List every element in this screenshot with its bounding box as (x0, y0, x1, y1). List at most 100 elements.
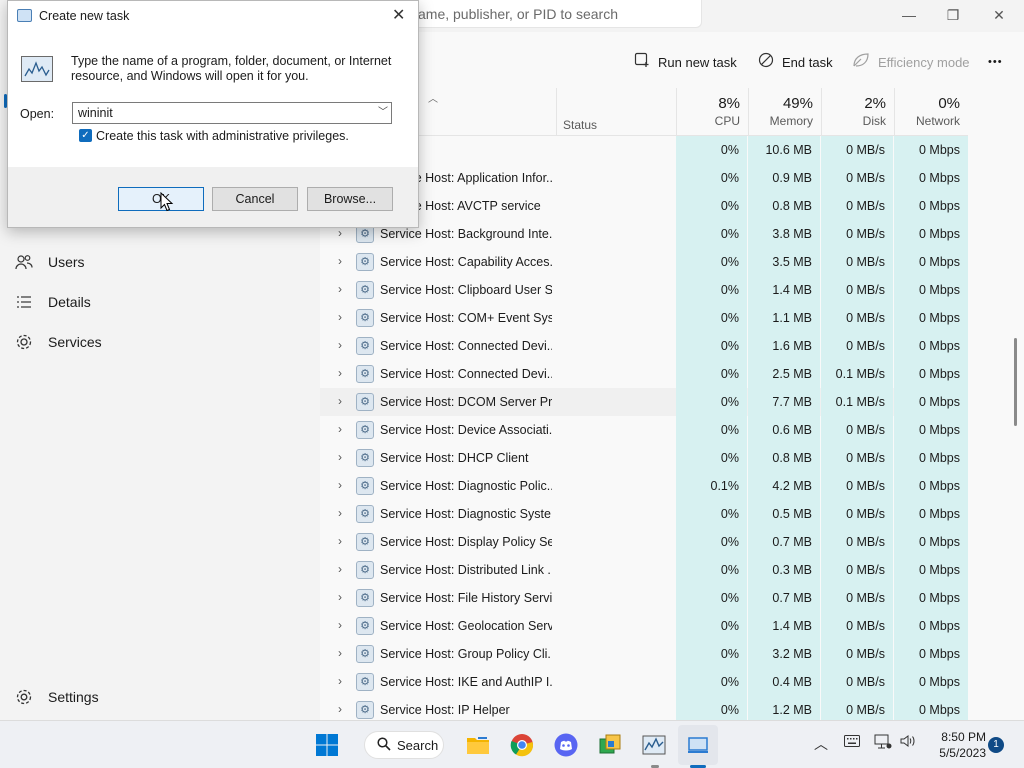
cpu-cell: 0% (676, 136, 747, 164)
app-icon[interactable] (598, 733, 622, 757)
disk-cell: 0.1 MB/s (821, 360, 893, 388)
scrollbar-thumb[interactable] (1014, 338, 1017, 426)
memory-cell: 3.2 MB (748, 640, 820, 668)
run-dialog-taskbar-icon[interactable] (686, 733, 710, 757)
table-row[interactable]: › ⚙ Service Host: COM+ Event Sys... 0% 1.1 M… (320, 304, 968, 332)
minimize-button[interactable]: — (886, 0, 932, 30)
network-cell: 0 Mbps (894, 500, 968, 528)
sidebar-item-services[interactable]: Services (0, 324, 320, 360)
table-row[interactable]: › ⚙ Service Host: Clipboard User S... 0% 1.4… (320, 276, 968, 304)
settings-label: Settings (48, 689, 99, 705)
run-new-task-button[interactable]: Run new task (634, 50, 737, 74)
cpu-cell: 0% (676, 360, 747, 388)
column-cpu[interactable]: 8% CPU (676, 88, 748, 136)
expand-chevron-icon[interactable]: › (338, 254, 342, 268)
start-button[interactable] (315, 733, 339, 757)
chevron-up-icon[interactable]: ︿ (814, 734, 828, 754)
open-input-value[interactable]: wininit (78, 106, 113, 120)
maximize-button[interactable]: ❐ (930, 0, 976, 30)
taskbar: Search ︿ 8:50 PM 5/5/2023 1 (0, 720, 1024, 768)
table-row[interactable]: › ⚙ Service Host: Device Associati... 0% 0.6… (320, 416, 968, 444)
end-task-icon (758, 52, 774, 72)
process-name: Service Host: Distributed Link ... (380, 563, 552, 577)
column-status[interactable]: Status (556, 88, 676, 136)
expand-chevron-icon[interactable]: › (338, 506, 342, 520)
network-icon[interactable] (874, 734, 892, 753)
notification-badge[interactable]: 1 (988, 737, 1004, 753)
column-network[interactable]: 0% Network (894, 88, 968, 136)
expand-chevron-icon[interactable]: › (338, 702, 342, 716)
table-row[interactable]: › ⚙ Service Host: Display Policy Se... 0% 0.… (320, 528, 968, 556)
table-row[interactable]: › ⚙ Service Host: File History Servi... 0% 0… (320, 584, 968, 612)
expand-chevron-icon[interactable]: › (338, 226, 342, 240)
keyboard-icon[interactable] (844, 734, 860, 750)
expand-chevron-icon[interactable]: › (338, 450, 342, 464)
expand-chevron-icon[interactable]: › (338, 394, 342, 408)
dialog-close-button[interactable]: ✕ (392, 5, 405, 25)
sidebar-item-users[interactable]: Users (0, 244, 320, 280)
sidebar-item-label: Services (48, 334, 102, 350)
admin-privileges-label[interactable]: Create this task with administrative pri… (96, 129, 349, 143)
volume-icon[interactable] (900, 734, 916, 751)
expand-chevron-icon[interactable]: › (338, 562, 342, 576)
table-row[interactable]: › ⚙ Service Host: IKE and AuthIP I... 0% 0.4… (320, 668, 968, 696)
table-row[interactable]: › ⚙ Service Host: Group Policy Cli... 0% 3.2… (320, 640, 968, 668)
close-button[interactable]: ✕ (976, 0, 1022, 30)
services-icon (0, 333, 48, 351)
expand-chevron-icon[interactable]: › (338, 590, 342, 604)
table-row[interactable]: › ⚙ Service Host: Diagnostic Syste... 0% 0.5… (320, 500, 968, 528)
disk-cell: 0 MB/s (821, 584, 893, 612)
process-name: Service Host: COM+ Event Sys... (380, 311, 552, 325)
expand-chevron-icon[interactable]: › (338, 618, 342, 632)
disk-cell: 0 MB/s (821, 192, 893, 220)
expand-chevron-icon[interactable]: › (338, 366, 342, 380)
expand-chevron-icon[interactable]: › (338, 674, 342, 688)
discord-icon[interactable] (554, 733, 578, 757)
service-gear-icon: ⚙ (356, 253, 374, 271)
end-task-button[interactable]: End task (758, 50, 833, 74)
column-memory[interactable]: 49% Memory (748, 88, 821, 136)
cpu-cell: 0% (676, 276, 747, 304)
task-manager-taskbar-icon[interactable] (642, 733, 666, 757)
table-row[interactable]: › ⚙ Service Host: DHCP Client 0% 0.8 MB 0 MB/… (320, 444, 968, 472)
disk-cell: 0 MB/s (821, 164, 893, 192)
taskbar-search-button[interactable]: Search (364, 731, 444, 759)
chrome-icon[interactable] (510, 733, 534, 757)
expand-chevron-icon[interactable]: › (338, 534, 342, 548)
table-row[interactable]: › ⚙ Service Host: Connected Devi... 0% 1.6 M… (320, 332, 968, 360)
sidebar-item-details[interactable]: Details (0, 284, 320, 320)
memory-cell: 0.9 MB (748, 164, 820, 192)
table-row[interactable]: › ⚙ Service Host: Connected Devi... 0% 2.5 M… (320, 360, 968, 388)
table-row[interactable]: › ⚙ Service Host: Capability Acces... 0% 3.5… (320, 248, 968, 276)
expand-chevron-icon[interactable]: › (338, 478, 342, 492)
expand-chevron-icon[interactable]: › (338, 338, 342, 352)
network-cell: 0 Mbps (894, 528, 968, 556)
expand-chevron-icon[interactable]: › (338, 282, 342, 296)
system-clock[interactable]: 8:50 PM 5/5/2023 (928, 729, 986, 761)
more-options-button[interactable]: ••• (988, 50, 1003, 74)
sort-chevron-up-icon[interactable]: ︿ (428, 90, 438, 105)
table-row[interactable]: › ⚙ Service Host: DCOM Server Pr... 0% 7.7 M… (320, 388, 968, 416)
table-row[interactable]: › ⚙ Service Host: Geolocation Serv... 0% 1.4… (320, 612, 968, 640)
disk-cell: 0 MB/s (821, 472, 893, 500)
disk-label: Disk (862, 114, 886, 128)
expand-chevron-icon[interactable]: › (338, 310, 342, 324)
table-row[interactable]: › ⚙ Service Host: Diagnostic Polic... 0.1% 4… (320, 472, 968, 500)
admin-privileges-checkbox[interactable]: ✓ (79, 129, 92, 142)
sidebar-item-settings[interactable]: Settings (0, 679, 320, 715)
column-disk[interactable]: 2% Disk (821, 88, 894, 136)
cancel-button[interactable]: Cancel (212, 187, 298, 211)
process-search-input[interactable]: ame, publisher, or PID to search (400, 0, 702, 28)
browse-button[interactable]: Browse... (307, 187, 393, 211)
expand-chevron-icon[interactable]: › (338, 646, 342, 660)
expand-chevron-icon[interactable]: › (338, 422, 342, 436)
file-explorer-icon[interactable] (466, 733, 490, 757)
service-gear-icon: ⚙ (356, 281, 374, 299)
chevron-down-icon[interactable]: ﹀ (378, 103, 388, 123)
network-cell: 0 Mbps (894, 248, 968, 276)
open-combobox[interactable]: wininit ﹀ (72, 102, 392, 124)
table-row[interactable]: › ⚙ Service Host: Distributed Link ... 0% 0.… (320, 556, 968, 584)
table-row[interactable]: › ⚙ Service Host: IP Helper 0% 1.2 MB 0 MB/s 0… (320, 696, 968, 720)
efficiency-mode-button[interactable]: Efficiency mode (852, 50, 970, 74)
network-cell: 0 Mbps (894, 416, 968, 444)
